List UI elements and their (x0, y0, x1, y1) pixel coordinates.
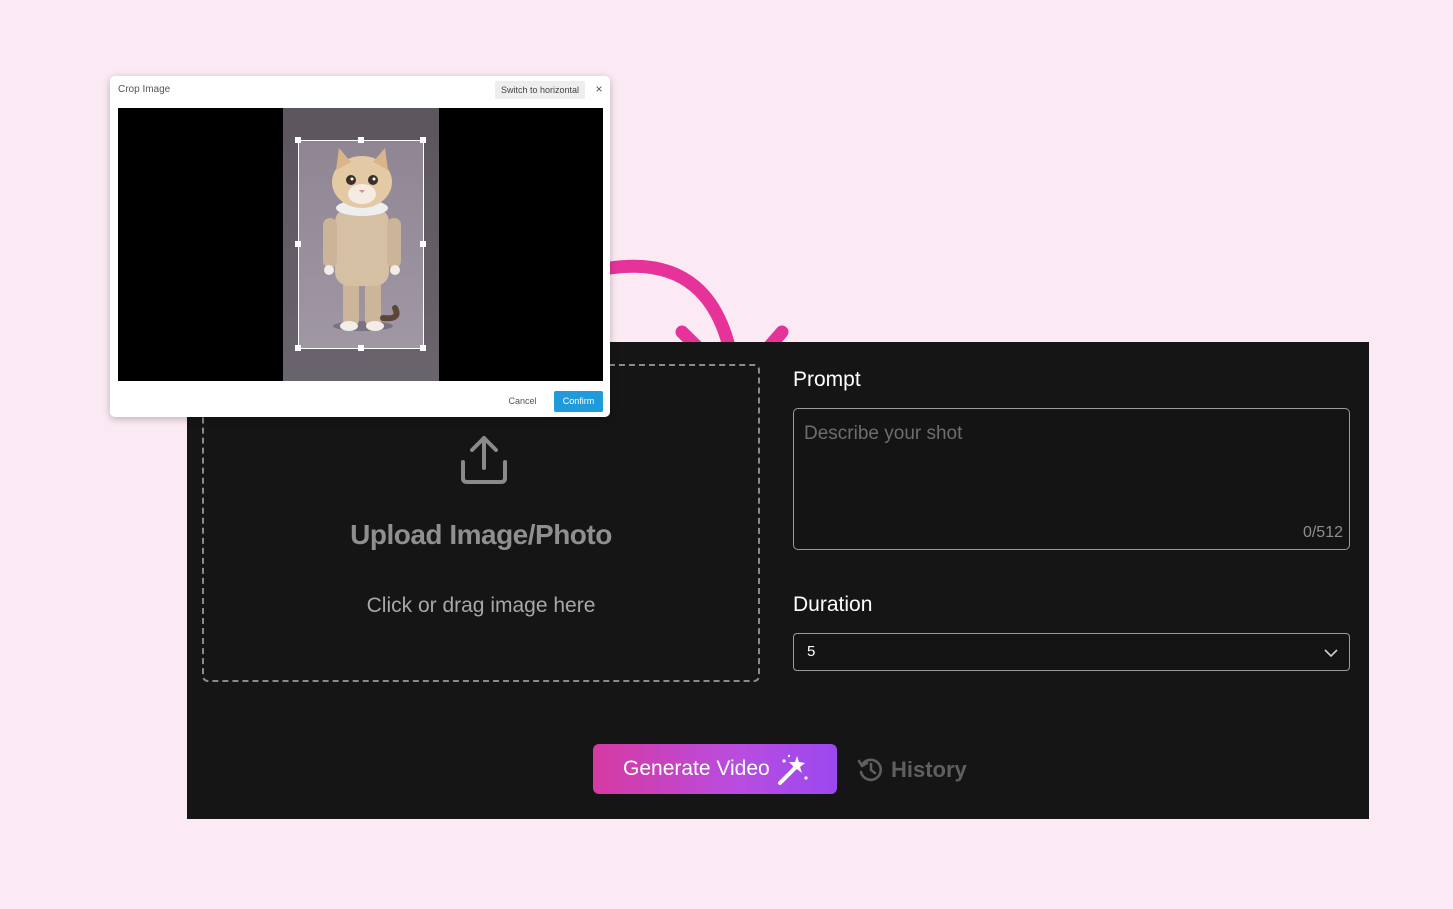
upload-icon (461, 436, 507, 484)
prompt-char-counter: 0/512 (1302, 524, 1343, 541)
crop-handle-left[interactable] (295, 241, 301, 247)
upload-hint: Click or drag image here (366, 594, 596, 617)
switch-orientation-button[interactable]: Switch to horizontal (495, 81, 585, 99)
crop-handle-top[interactable] (358, 137, 364, 143)
cancel-button[interactable]: Cancel (502, 391, 543, 412)
prompt-placeholder: Describe your shot (804, 423, 963, 444)
crop-shade-top (298, 108, 424, 140)
crop-canvas[interactable] (118, 108, 603, 381)
duration-selected-value: 5 (807, 643, 816, 660)
crop-selection-box[interactable] (298, 140, 424, 349)
prompt-label: Prompt (793, 368, 861, 391)
prompt-textarea[interactable]: Describe your shot 0/512 (793, 408, 1350, 550)
crop-shade-right (424, 108, 439, 381)
close-icon[interactable]: × (592, 81, 606, 97)
magic-wand-icon (778, 754, 808, 785)
crop-image-dialog: Crop Image Switch to horizontal × Cancel… (110, 76, 610, 417)
crop-dialog-title: Crop Image (118, 84, 171, 95)
crop-handle-bottom-right[interactable] (420, 345, 426, 351)
history-label: History (891, 757, 967, 782)
generate-video-button[interactable]: Generate Video (593, 744, 837, 794)
history-icon (857, 758, 882, 782)
duration-select[interactable]: 5 (793, 633, 1350, 671)
crop-handle-bottom-left[interactable] (295, 345, 301, 351)
upload-title: Upload Image/Photo (350, 519, 612, 550)
confirm-button[interactable]: Confirm (554, 391, 603, 412)
crop-handle-top-right[interactable] (420, 137, 426, 143)
crop-shade-bottom (298, 349, 424, 381)
duration-label: Duration (793, 593, 873, 616)
chevron-down-icon (1324, 649, 1338, 658)
crop-handle-right[interactable] (420, 241, 426, 247)
crop-handle-bottom[interactable] (358, 345, 364, 351)
generate-video-label: Generate Video (623, 757, 770, 780)
crop-handle-top-left[interactable] (295, 137, 301, 143)
